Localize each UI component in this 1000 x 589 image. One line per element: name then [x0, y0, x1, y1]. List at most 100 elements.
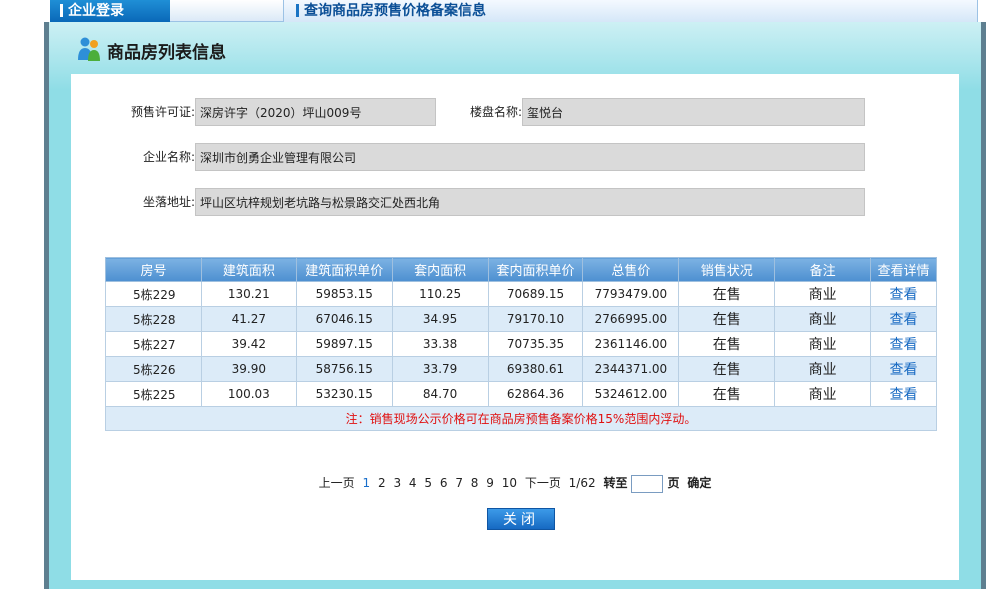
- cell-remark: 商业: [774, 281, 872, 307]
- cell-total-price: 2344371.00: [582, 356, 680, 382]
- col-room: 房号: [105, 257, 202, 282]
- cell-room: 5栋229: [105, 281, 202, 307]
- cell-sale-status: 在售: [678, 281, 776, 307]
- cell-inner-unit-price: 62864.36: [487, 381, 584, 407]
- house-table: 房号 建筑面积 建筑面积单价 套内面积 套内面积单价 总售价 销售状况 备注 查…: [105, 257, 937, 431]
- cell-sale-status: 在售: [678, 356, 776, 382]
- pagination: 上一页 1 2 3 4 5 6 7 8 9 10 下一页 1/62 转至 页 确定: [71, 474, 959, 493]
- cell-inner-unit-price: 70735.35: [487, 331, 584, 357]
- col-inner-area: 套内面积: [391, 257, 489, 282]
- company-label: 企业名称:: [142, 150, 195, 164]
- cell-remark: 商业: [774, 356, 872, 382]
- page-total: 1/62: [568, 476, 596, 490]
- page-link-5[interactable]: 5: [424, 476, 432, 490]
- table-row: 5栋228 41.27 67046.15 34.95 79170.10 2766…: [105, 306, 937, 332]
- cell-building-area: 39.42: [200, 331, 297, 357]
- table-row: 5栋227 39.42 59897.15 33.38 70735.35 2361…: [105, 331, 937, 357]
- cell-remark: 商业: [774, 331, 872, 357]
- presale-row: 预售许可证: 深房许字（2020）坪山009号 楼盘名称: 玺悦台: [71, 98, 959, 126]
- prev-page-link[interactable]: 上一页: [319, 476, 355, 490]
- view-detail-link[interactable]: 查看: [890, 337, 918, 353]
- cell-inner-unit-price: 70689.15: [487, 281, 584, 307]
- cell-building-unit-price: 53230.15: [295, 381, 393, 407]
- cell-building-area: 39.90: [200, 356, 297, 382]
- page-link-4[interactable]: 4: [409, 476, 417, 490]
- presale-label: 预售许可证:: [130, 105, 195, 119]
- cell-room: 5栋226: [105, 356, 202, 382]
- view-detail-link[interactable]: 查看: [890, 287, 918, 303]
- address-row: 坐落地址: 坪山区坑梓规划老坑路与松景路交汇处西北角: [71, 188, 959, 216]
- cell-total-price: 7793479.00: [582, 281, 680, 307]
- goto-confirm-button[interactable]: 确定: [687, 476, 711, 490]
- dialog-content: 预售许可证: 深房许字（2020）坪山009号 楼盘名称: 玺悦台 企业名称: …: [71, 74, 959, 580]
- price-note: 注：销售现场公示价格可在商品房预售备案价格15%范围内浮动。: [105, 406, 937, 431]
- cell-sale-status: 在售: [678, 306, 776, 332]
- goto-page-input[interactable]: [631, 474, 664, 493]
- view-detail-link[interactable]: 查看: [890, 362, 918, 378]
- cell-building-area: 100.03: [200, 381, 297, 407]
- address-value: 坪山区坑梓规划老坑路与松景路交汇处西北角: [195, 188, 865, 216]
- cell-building-unit-price: 67046.15: [295, 306, 393, 332]
- cell-inner-area: 110.25: [391, 281, 489, 307]
- tab-enterprise-login[interactable]: 企业登录: [50, 0, 184, 22]
- page-link-9[interactable]: 9: [486, 476, 494, 490]
- cell-inner-area: 33.79: [391, 356, 489, 382]
- view-detail-link[interactable]: 查看: [890, 312, 918, 328]
- tab-login-label: 企业登录: [68, 3, 124, 19]
- table-row: 5栋229 130.21 59853.15 110.25 70689.15 77…: [105, 281, 937, 307]
- goto-label: 转至: [603, 476, 628, 490]
- cell-room: 5栋227: [105, 331, 202, 357]
- project-label: 楼盘名称:: [469, 105, 522, 119]
- col-view-detail: 查看详情: [870, 257, 937, 282]
- cell-view: 查看: [870, 281, 937, 307]
- company-value: 深圳市创勇企业管理有限公司: [195, 143, 865, 171]
- address-label: 坐落地址:: [142, 195, 195, 209]
- page-link-7[interactable]: 7: [455, 476, 463, 490]
- table-row: 5栋225 100.03 53230.15 84.70 62864.36 532…: [105, 381, 937, 407]
- page-link-2[interactable]: 2: [378, 476, 386, 490]
- project-value: 玺悦台: [522, 98, 865, 126]
- col-inner-unit-price: 套内面积单价: [487, 257, 584, 282]
- cell-inner-area: 33.38: [391, 331, 489, 357]
- col-total-price: 总售价: [582, 257, 680, 282]
- users-icon: [78, 37, 100, 61]
- cell-inner-unit-price: 69380.61: [487, 356, 584, 382]
- dialog-title: 商品房列表信息: [107, 43, 226, 63]
- cell-sale-status: 在售: [678, 381, 776, 407]
- cell-view: 查看: [870, 331, 937, 357]
- cell-view: 查看: [870, 356, 937, 382]
- presale-value: 深房许字（2020）坪山009号: [195, 98, 436, 126]
- cell-inner-area: 84.70: [391, 381, 489, 407]
- dialog-header: 商品房列表信息: [49, 22, 981, 74]
- cell-inner-area: 34.95: [391, 306, 489, 332]
- cell-room: 5栋225: [105, 381, 202, 407]
- col-sale-status: 销售状况: [678, 257, 776, 282]
- tab-marker-icon: [60, 4, 63, 17]
- page-link-6[interactable]: 6: [440, 476, 448, 490]
- page-link-3[interactable]: 3: [393, 476, 401, 490]
- cell-building-unit-price: 58756.15: [295, 356, 393, 382]
- next-page-link[interactable]: 下一页: [525, 476, 561, 490]
- col-remark: 备注: [774, 257, 872, 282]
- cell-total-price: 5324612.00: [582, 381, 680, 407]
- view-detail-link[interactable]: 查看: [890, 387, 918, 403]
- cell-building-unit-price: 59897.15: [295, 331, 393, 357]
- cell-total-price: 2361146.00: [582, 331, 680, 357]
- tab-query-presale-price[interactable]: 查询商品房预售价格备案信息: [283, 0, 978, 22]
- cell-remark: 商业: [774, 381, 872, 407]
- cell-building-unit-price: 59853.15: [295, 281, 393, 307]
- page-link-10[interactable]: 10: [502, 476, 517, 490]
- table-note-row: 注：销售现场公示价格可在商品房预售备案价格15%范围内浮动。: [105, 406, 937, 431]
- close-button[interactable]: 关闭: [487, 508, 555, 530]
- cell-room: 5栋228: [105, 306, 202, 332]
- page-link-8[interactable]: 8: [471, 476, 479, 490]
- page-link-1[interactable]: 1: [363, 476, 371, 490]
- cell-building-area: 130.21: [200, 281, 297, 307]
- cell-sale-status: 在售: [678, 331, 776, 357]
- house-list-dialog: 商品房列表信息 预售许可证: 深房许字（2020）坪山009号 楼盘名称: 玺悦…: [44, 22, 986, 589]
- cell-remark: 商业: [774, 306, 872, 332]
- cell-view: 查看: [870, 306, 937, 332]
- page-unit-label: 页: [667, 476, 680, 490]
- dialog-body: 商品房列表信息 预售许可证: 深房许字（2020）坪山009号 楼盘名称: 玺悦…: [49, 22, 981, 589]
- col-building-area: 建筑面积: [200, 257, 297, 282]
